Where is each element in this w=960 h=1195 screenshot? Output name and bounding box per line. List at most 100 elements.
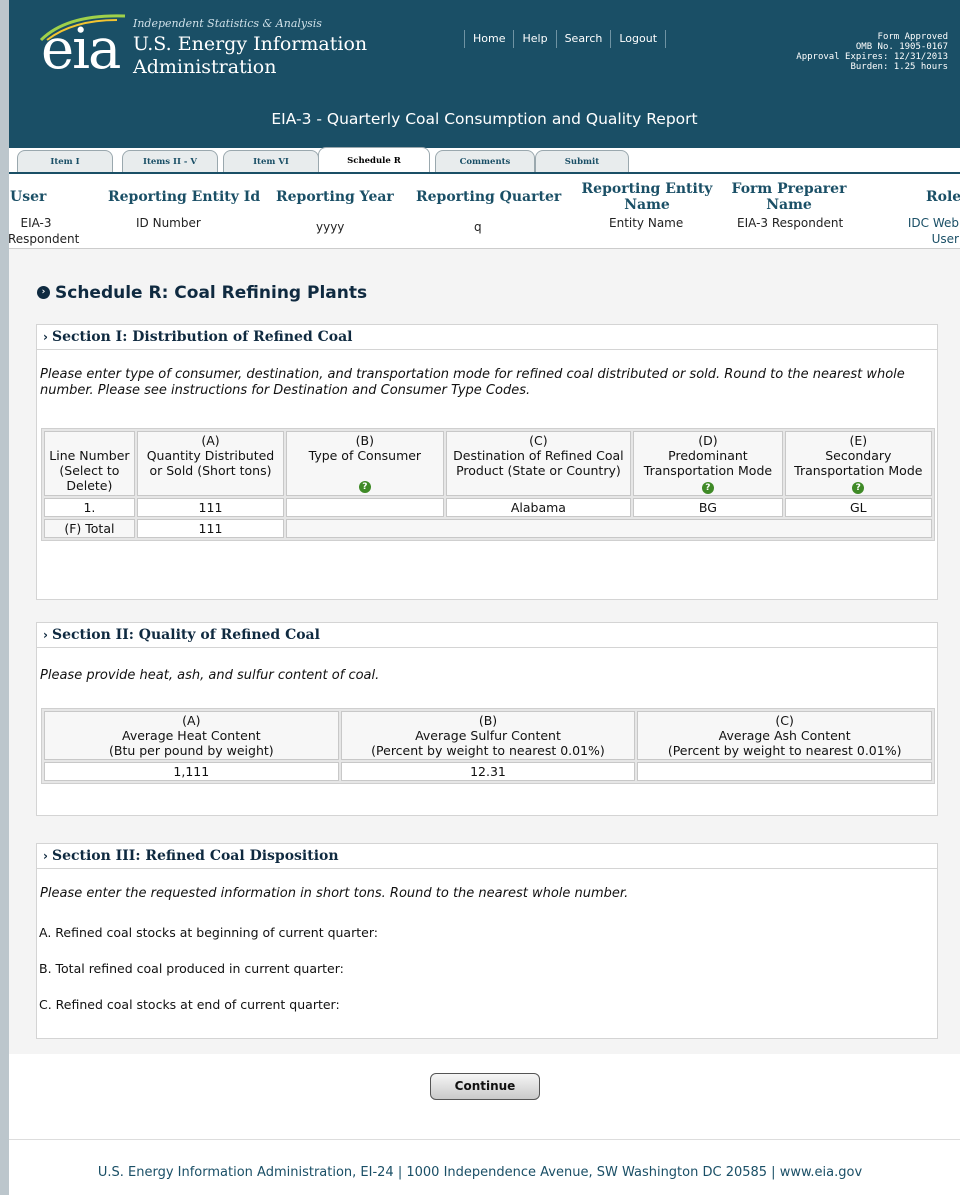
col-unit: (Btu per pound by weight) — [109, 743, 274, 758]
section1-header: › Section I: Distribution of Refined Coal — [37, 325, 937, 350]
col-letter — [47, 433, 132, 448]
continue-button[interactable]: Continue — [430, 1073, 540, 1100]
table-header-row: Line Number (Select to Delete) (A) Quant… — [44, 431, 932, 496]
nav-home-link[interactable]: Home — [464, 30, 513, 48]
col-label: Secondary Transportation Mode — [794, 448, 923, 478]
quality-table: (A) Average Heat Content (Btu per pound … — [41, 708, 935, 784]
heat-content-cell[interactable]: 1,111 — [44, 762, 339, 781]
info-header-preparer: Form Preparer Name — [731, 181, 847, 213]
eia-logo[interactable]: eia — [41, 22, 121, 78]
destination-cell[interactable]: Alabama — [445, 498, 632, 517]
total-value: 111 — [136, 519, 285, 538]
col-letter: (E) — [849, 433, 868, 448]
col-label: Predominant Transportation Mode — [643, 448, 773, 478]
info-value-preparer: EIA-3 Respondent — [737, 216, 844, 230]
help-wrap: ? — [289, 477, 440, 493]
tab-comments[interactable]: Comments — [435, 150, 535, 172]
burden-hours: Burden: 1.25 hours — [850, 62, 948, 72]
info-header-entity-name: Reporting Entity Name — [581, 181, 713, 213]
chevron-right-icon: › — [43, 628, 48, 642]
distribution-table: Line Number (Select to Delete) (A) Quant… — [41, 428, 935, 541]
info-header-entity-id: Reporting Entity Id — [108, 189, 261, 205]
col-label: Line Number (Select to Delete) — [49, 448, 130, 493]
help-icon[interactable]: ? — [701, 482, 714, 494]
col-ash-content: (C) Average Ash Content (Percent by weig… — [637, 711, 932, 760]
section1-instructions: Please enter type of consumer, destinati… — [40, 367, 905, 398]
tab-item-vi[interactable]: Item VI — [223, 150, 319, 172]
col-letter: (D) — [698, 433, 718, 448]
table-row: 1,111 12.31 — [44, 762, 932, 781]
line-number-cell[interactable]: 1. — [44, 498, 135, 517]
nav-search-link[interactable]: Search — [555, 30, 611, 48]
page-title: Schedule R: Coal Refining Plants — [55, 283, 368, 303]
help-icon[interactable]: ? — [358, 481, 371, 493]
sulfur-content-cell[interactable]: 12.31 — [340, 762, 636, 781]
disposition-item-a: A. Refined coal stocks at beginning of c… — [39, 925, 378, 940]
col-letter: (A) — [182, 713, 201, 728]
site-footer: U.S. Energy Information Administration, … — [97, 1165, 863, 1180]
section2-instructions: Please provide heat, ash, and sulfur con… — [40, 668, 380, 683]
col-destination: (C) Destination of Refined Coal Product … — [445, 431, 632, 496]
col-sulfur-content: (B) Average Sulfur Content (Percent by w… — [340, 711, 636, 760]
consumer-type-cell[interactable] — [286, 498, 444, 517]
col-unit: (Percent by weight to nearest 0.01%) — [371, 743, 605, 758]
info-value-entity-id: ID Number — [136, 216, 201, 230]
col-letter: (C) — [529, 433, 548, 448]
section2-title: Section II: Quality of Refined Coal — [51, 627, 320, 643]
nav-logout-link[interactable]: Logout — [610, 30, 667, 48]
info-value-entity-name: Entity Name — [609, 216, 684, 230]
tab-item-i[interactable]: Item I — [17, 150, 113, 172]
col-label: Type of Consumer — [308, 448, 422, 463]
disposition-item-c: C. Refined coal stocks at end of current… — [39, 997, 340, 1012]
col-letter: (A) — [201, 433, 220, 448]
col-letter: (C) — [775, 713, 794, 728]
tab-items-ii-v[interactable]: Items II - V — [122, 150, 218, 172]
info-header-role: Role — [926, 189, 960, 205]
col-label: Average Heat Content — [122, 728, 261, 743]
tab-underline — [9, 172, 960, 174]
col-letter: (B) — [355, 433, 375, 448]
footer-divider — [9, 1139, 960, 1140]
col-secondary-mode: (E) Secondary Transportation Mode ? — [784, 431, 932, 496]
section3-header: › Section III: Refined Coal Disposition — [37, 844, 937, 869]
org-name-line1: U.S. Energy Information — [133, 33, 368, 55]
org-name-line2: Administration — [133, 56, 277, 78]
omb-number: OMB No. 1905-0167 — [855, 42, 948, 52]
report-title: EIA-3 - Quarterly Coal Consumption and Q… — [271, 110, 698, 128]
nav-help-link[interactable]: Help — [513, 30, 555, 48]
site-header: eia Independent Statistics & Analysis U.… — [9, 0, 960, 173]
col-predominant-mode: (D) Predominant Transportation Mode ? — [633, 431, 783, 496]
tab-submit[interactable]: Submit — [535, 150, 629, 172]
info-value-year: yyyy — [316, 220, 345, 234]
col-quantity: (A) Quantity Distributed or Sold (Short … — [136, 431, 285, 496]
secondary-mode-cell[interactable]: GL — [784, 498, 932, 517]
predominant-mode-cell[interactable]: BG — [633, 498, 783, 517]
section-disposition: › Section III: Refined Coal Disposition P… — [36, 843, 938, 1039]
col-label: Destination of Refined Coal Product (Sta… — [453, 448, 624, 478]
help-wrap: ? — [636, 478, 779, 494]
info-value-user: EIA-3 Respondent — [8, 216, 80, 246]
tab-schedule-r[interactable]: Schedule R — [318, 147, 430, 173]
report-info-bar: User Reporting Entity Id Reporting Year … — [0, 177, 960, 249]
top-nav: Home Help Search Logout — [464, 30, 667, 48]
disposition-item-b: B. Total refined coal produced in curren… — [39, 961, 344, 976]
info-header-user: User — [10, 189, 47, 205]
info-header-quarter: Reporting Quarter — [416, 189, 562, 205]
info-value-role: IDC Web User — [907, 216, 959, 246]
col-consumer-type: (B) Type of Consumer ? — [286, 431, 444, 496]
total-label: (F) Total — [44, 519, 135, 538]
table-header-row: (A) Average Heat Content (Btu per pound … — [44, 711, 932, 760]
approval-expires: Approval Expires: 12/31/2013 — [796, 52, 948, 62]
ash-content-cell[interactable] — [637, 762, 932, 781]
section2-header: › Section II: Quality of Refined Coal — [37, 623, 937, 648]
chevron-right-icon: › — [43, 849, 48, 863]
help-icon[interactable]: ? — [852, 482, 865, 494]
help-wrap: ? — [788, 478, 929, 494]
col-label: Average Ash Content — [718, 728, 851, 743]
circle-arrow-icon: › — [37, 286, 50, 299]
col-line-number: Line Number (Select to Delete) — [44, 431, 135, 496]
table-row: 1. 111 Alabama BG GL — [44, 498, 932, 517]
chevron-right-icon: › — [43, 330, 48, 344]
col-heat-content: (A) Average Heat Content (Btu per pound … — [44, 711, 339, 760]
quantity-cell[interactable]: 111 — [136, 498, 285, 517]
